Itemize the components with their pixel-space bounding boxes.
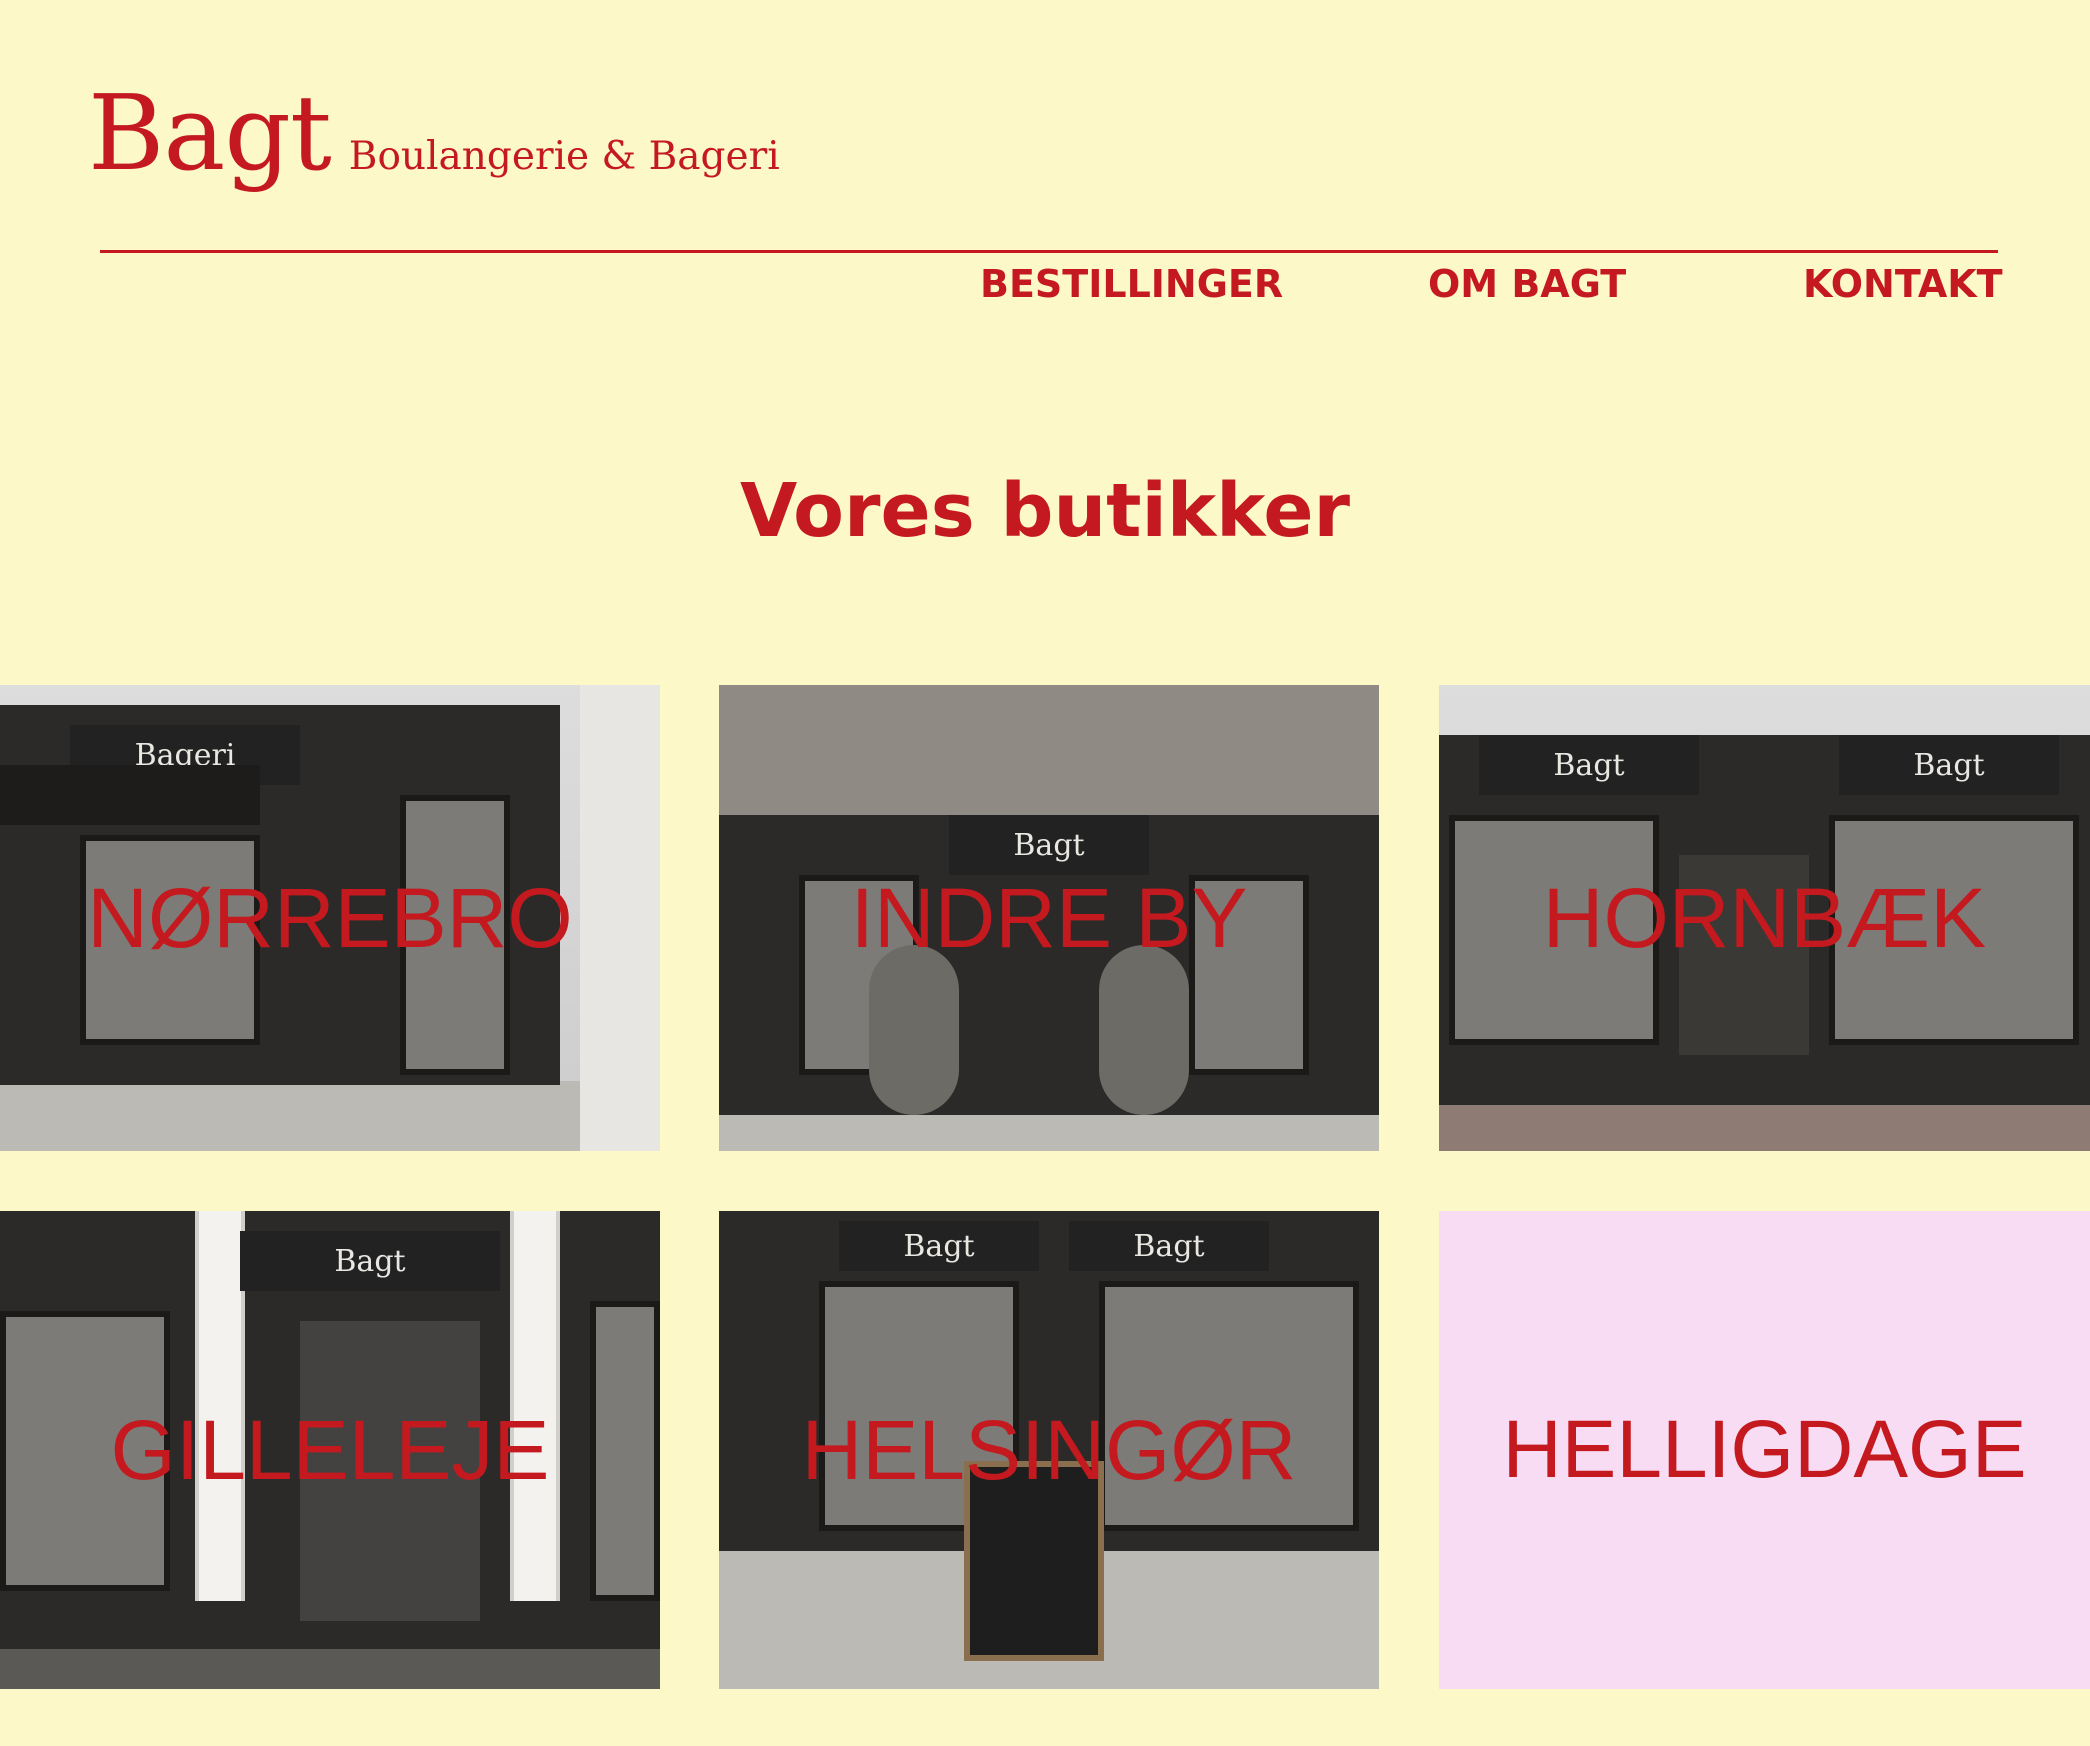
shop-label: INDRE BY [850,870,1248,965]
shop-tile-helsingor[interactable]: Bagt Bagt HELSINGØR [719,1211,1379,1689]
shop-tile-hornbaek[interactable]: Bagt Bagt HORNBÆK [1439,685,2090,1151]
holidays-tile[interactable]: HELLIGDAGE [1439,1211,2090,1689]
shop-label: HELSINGØR [801,1402,1297,1497]
shop-tile-gilleleje[interactable]: Bagt GILLELEJE [0,1211,660,1689]
logo-wordmark: Bagt [88,72,332,194]
page-title: Vores butikker [739,468,1351,554]
logo-tagline: Boulangerie & Bageri [348,134,780,179]
nav-item-om-bagt[interactable]: OM BAGT [1428,262,1626,306]
header-divider [100,250,1998,253]
shop-tile-norrebro[interactable]: Bageri NØRREBRO [0,685,660,1151]
nav-item-kontakt[interactable]: KONTAKT [1803,262,2003,306]
shop-tile-indre-by[interactable]: Bagt INDRE BY [719,685,1379,1151]
shop-label: GILLELEJE [110,1402,550,1497]
nav-item-bestillinger[interactable]: BESTILLINGER [980,262,1283,306]
shop-label: NØRREBRO [87,870,573,965]
brand-logo[interactable]: Bagt Boulangerie & Bageri [88,72,780,194]
shop-label: HORNBÆK [1542,870,1987,965]
holidays-label: HELLIGDAGE [1502,1404,2027,1495]
